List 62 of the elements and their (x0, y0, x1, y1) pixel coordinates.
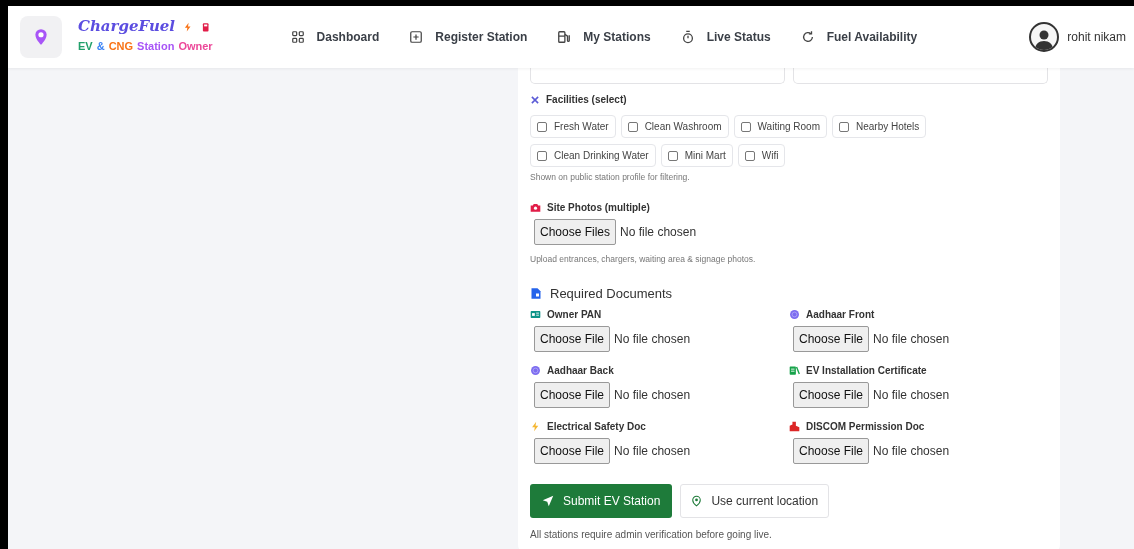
file-status: No file chosen (614, 387, 691, 404)
choose-files-button[interactable]: Choose File (534, 326, 611, 352)
avatar-icon[interactable] (1029, 22, 1060, 52)
file-status: No file chosen (614, 443, 691, 460)
file-status: No file chosen (873, 387, 950, 404)
facility-checkbox[interactable]: Mini Mart (660, 144, 733, 167)
location-pin-icon (691, 495, 703, 507)
brand-subtitle-word: Station (137, 39, 175, 55)
fuel-pump-icon (557, 30, 572, 44)
brand-subtitle-word: & (96, 39, 105, 55)
help-text: Shown on public station profile for filtering. (530, 171, 691, 184)
facility-checkbox[interactable]: Nearby Hotels (831, 115, 927, 138)
facility-checkbox[interactable]: Clean Drinking Water (530, 144, 656, 167)
nav-link[interactable]: Live Status (674, 24, 777, 50)
field-label: EV Installation Certificate (806, 364, 927, 378)
fuel-pump-icon (201, 20, 212, 33)
facility-checkbox[interactable]: Fresh Water (530, 115, 616, 138)
nav-link[interactable]: Register Station (403, 24, 534, 50)
stopwatch-icon (680, 30, 695, 44)
file-status: No file chosen (873, 443, 950, 460)
plus-square-icon (409, 30, 424, 44)
document-icon (530, 286, 542, 300)
field-label: Site Photos (multiple) (547, 200, 650, 215)
field-label: Aadhaar Back (547, 364, 614, 378)
file-status: No file chosen (873, 331, 950, 348)
file-status: No file chosen (614, 331, 691, 348)
brand-subtitle-word: EV (78, 39, 93, 55)
input-field[interactable] (793, 66, 1048, 84)
choose-files-button[interactable]: Choose File (534, 438, 611, 464)
brand-name: ChargeFuel (78, 19, 176, 35)
facility-checkbox[interactable]: Clean Washroom (620, 115, 729, 138)
facility-checkbox[interactable]: Waiting Room (733, 115, 827, 138)
nav-link[interactable]: Dashboard (284, 24, 386, 50)
location-button[interactable]: Use current location (680, 484, 830, 518)
file-status: No file chosen (620, 223, 697, 241)
grid-icon (290, 30, 305, 44)
brand-subtitle-word: Owner (178, 39, 213, 55)
submit-button[interactable]: Submit EV Station (530, 484, 673, 518)
close-icon (530, 94, 540, 105)
user-name: rohit nikam (1067, 29, 1126, 46)
help-text: Upload entrances, chargers, waiting area & signage photos. (530, 252, 757, 266)
choose-files-button[interactable]: Choose File (534, 382, 611, 408)
facility-checkbox[interactable]: Wifi (737, 144, 786, 167)
nav-link[interactable]: Fuel Availability (794, 24, 924, 50)
brand-subtitle-word: CNG (108, 39, 134, 55)
field-label: Owner PAN (547, 308, 602, 322)
field-label: Aadhaar Front (806, 308, 875, 322)
field-label: Facilities (select) (546, 93, 627, 107)
field-label: Electrical Safety Doc (547, 420, 646, 434)
section-title: Required Documents (550, 284, 673, 303)
map-pin-logo-icon (32, 28, 50, 46)
choose-files-button[interactable]: Choose Files (534, 218, 617, 245)
choose-files-button[interactable]: Choose File (793, 438, 870, 464)
choose-files-button[interactable]: Choose File (793, 326, 870, 352)
choose-files-button[interactable]: Choose File (793, 382, 870, 408)
refresh-icon (800, 30, 815, 44)
help-text: All stations require admin verification before going live. (530, 528, 773, 542)
input-field[interactable] (530, 66, 785, 84)
field-label: DISCOM Permission Doc (806, 420, 925, 434)
nav-link[interactable]: My Stations (551, 24, 657, 50)
send-icon (542, 495, 554, 507)
camera-icon (530, 201, 541, 213)
